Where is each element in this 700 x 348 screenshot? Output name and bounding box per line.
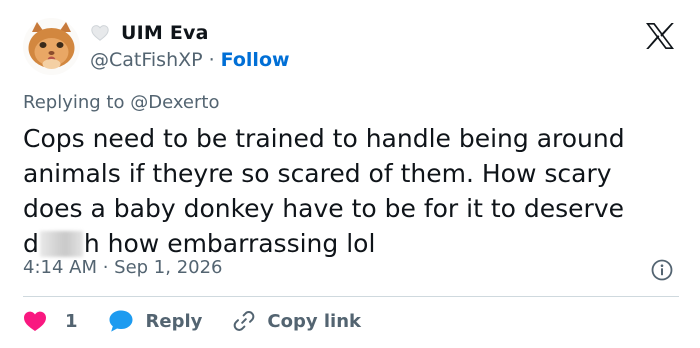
- reply-label: Reply: [145, 310, 203, 332]
- speech-bubble-icon: [108, 309, 134, 333]
- tweet-text-line: does a baby donkey have to be for it to …: [23, 194, 625, 223]
- tweet-text-line: Cops need to be trained to handle being …: [23, 124, 625, 153]
- heart-filled-icon: [23, 310, 47, 332]
- author-name-row: UIM Eva: [90, 20, 209, 46]
- action-bar: 1 Reply Copy link: [23, 306, 361, 336]
- cat-avatar-image: [23, 18, 80, 75]
- copy-link-label: Copy link: [267, 310, 361, 332]
- follow-button[interactable]: Follow: [221, 49, 290, 71]
- x-logo-icon[interactable]: [645, 22, 675, 50]
- tweet-text: Cops need to be trained to handle being …: [23, 121, 683, 261]
- handle-separator: ·: [208, 49, 215, 71]
- tweet-timestamp[interactable]: 4:14 AM · Sep 1, 2026: [23, 257, 223, 278]
- cat-avatar[interactable]: [23, 18, 80, 75]
- copy-link-button[interactable]: Copy link: [232, 309, 361, 333]
- author-handle[interactable]: @CatFishXP: [90, 49, 203, 71]
- replying-to-line: Replying to @Dexerto: [23, 92, 219, 113]
- replying-to-prefix: Replying to: [23, 92, 131, 113]
- censor-blur: [39, 231, 83, 257]
- tweet-text-fragment: h how embarrassing lol: [83, 229, 376, 258]
- like-count: 1: [65, 310, 78, 332]
- author-handle-row: @CatFishXP · Follow: [90, 47, 290, 73]
- tweet-text-fragment: d: [23, 229, 39, 258]
- like-button[interactable]: 1: [23, 310, 78, 332]
- heart-outline-icon: [90, 23, 110, 43]
- info-icon[interactable]: [651, 259, 673, 281]
- tweet-text-line-censored: d h how embarrassing lol: [23, 226, 683, 261]
- link-icon: [232, 309, 256, 333]
- reply-button[interactable]: Reply: [108, 309, 203, 333]
- divider: [23, 296, 679, 297]
- replying-to-mention[interactable]: @Dexerto: [130, 92, 219, 113]
- tweet-card: UIM Eva @CatFishXP · Follow Replying to …: [0, 0, 700, 348]
- author-display-name[interactable]: UIM Eva: [121, 22, 209, 44]
- tweet-text-line: animals if theyre so scared of them. How…: [23, 159, 612, 188]
